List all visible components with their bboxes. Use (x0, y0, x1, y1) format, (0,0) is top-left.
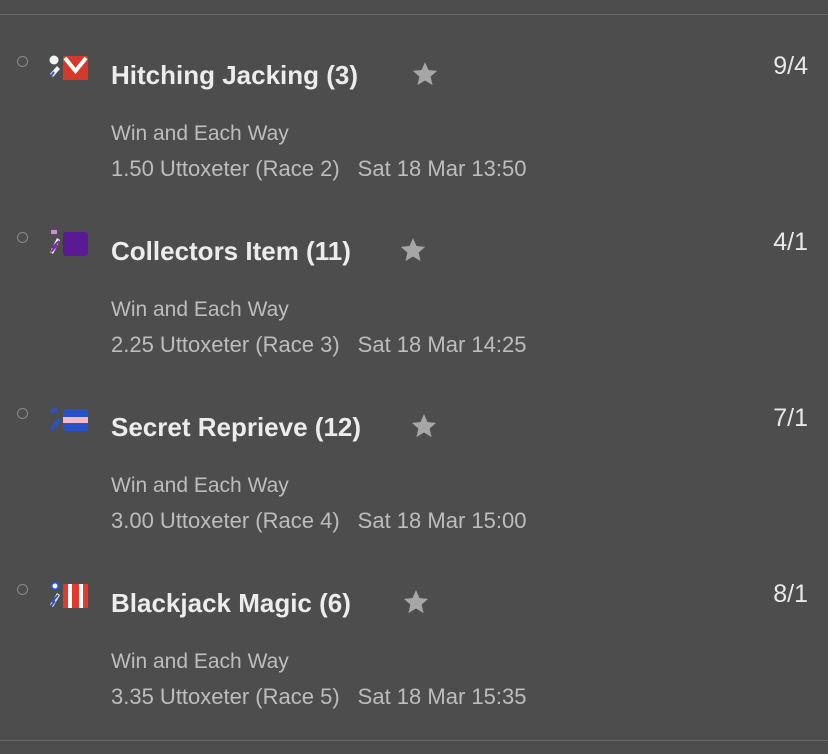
favourite-star-icon[interactable] (399, 236, 427, 264)
bottom-divider (0, 740, 828, 741)
horse-name[interactable]: Hitching Jacking (3) (111, 60, 358, 91)
horse-name[interactable]: Collectors Item (11) (111, 236, 351, 267)
silks-red-white-braces-icon (50, 581, 88, 608)
odds-value[interactable]: 8/1 (773, 580, 808, 609)
horse-name[interactable]: Blackjack Magic (6) (111, 588, 351, 619)
favourite-star-icon[interactable] (402, 588, 430, 616)
silks-purple-icon (50, 230, 88, 256)
selection-row[interactable]: Blackjack Magic (6) 8/1 Win and Each Way… (0, 578, 828, 754)
race-label: 3.00 Uttoxeter (Race 4) (111, 508, 340, 533)
race-datetime: Sat 18 Mar 15:35 (357, 684, 527, 709)
odds-value[interactable]: 7/1 (773, 404, 808, 433)
selection-row[interactable]: Collectors Item (11) 4/1 Win and Each Wa… (0, 226, 828, 402)
favourite-star-icon[interactable] (411, 60, 439, 88)
race-datetime: Sat 18 Mar 13:50 (357, 156, 527, 181)
odds-value[interactable]: 4/1 (773, 228, 808, 257)
favourite-star-icon[interactable] (410, 412, 438, 440)
selection-radio[interactable] (17, 232, 28, 243)
event-info: 3.35 Uttoxeter (Race 5) Sat 18 Mar 15:35 (111, 684, 526, 710)
horse-name[interactable]: Secret Reprieve (12) (111, 412, 361, 443)
selection-row[interactable]: Secret Reprieve (12) 7/1 Win and Each Wa… (0, 402, 828, 578)
market-type: Win and Each Way (111, 650, 289, 673)
selection-radio[interactable] (17, 408, 28, 419)
selection-row[interactable]: Hitching Jacking (3) 9/4 Win and Each Wa… (0, 50, 828, 226)
silks-red-white-chevron-icon (49, 55, 88, 80)
silks-blue-pink-hoop-icon (50, 408, 88, 431)
race-datetime: Sat 18 Mar 15:00 (357, 508, 527, 533)
selection-radio[interactable] (17, 56, 28, 67)
race-label: 3.35 Uttoxeter (Race 5) (111, 684, 340, 709)
race-label: 2.25 Uttoxeter (Race 3) (111, 332, 340, 357)
odds-value[interactable]: 9/4 (773, 52, 808, 81)
selection-radio[interactable] (17, 584, 28, 595)
market-type: Win and Each Way (111, 474, 289, 497)
event-info: 2.25 Uttoxeter (Race 3) Sat 18 Mar 14:25 (111, 332, 526, 358)
top-divider (0, 14, 828, 15)
event-info: 3.00 Uttoxeter (Race 4) Sat 18 Mar 15:00 (111, 508, 526, 534)
race-label: 1.50 Uttoxeter (Race 2) (111, 156, 340, 181)
event-info: 1.50 Uttoxeter (Race 2) Sat 18 Mar 13:50 (111, 156, 526, 182)
race-datetime: Sat 18 Mar 14:25 (357, 332, 527, 357)
market-type: Win and Each Way (111, 122, 289, 145)
market-type: Win and Each Way (111, 298, 289, 321)
